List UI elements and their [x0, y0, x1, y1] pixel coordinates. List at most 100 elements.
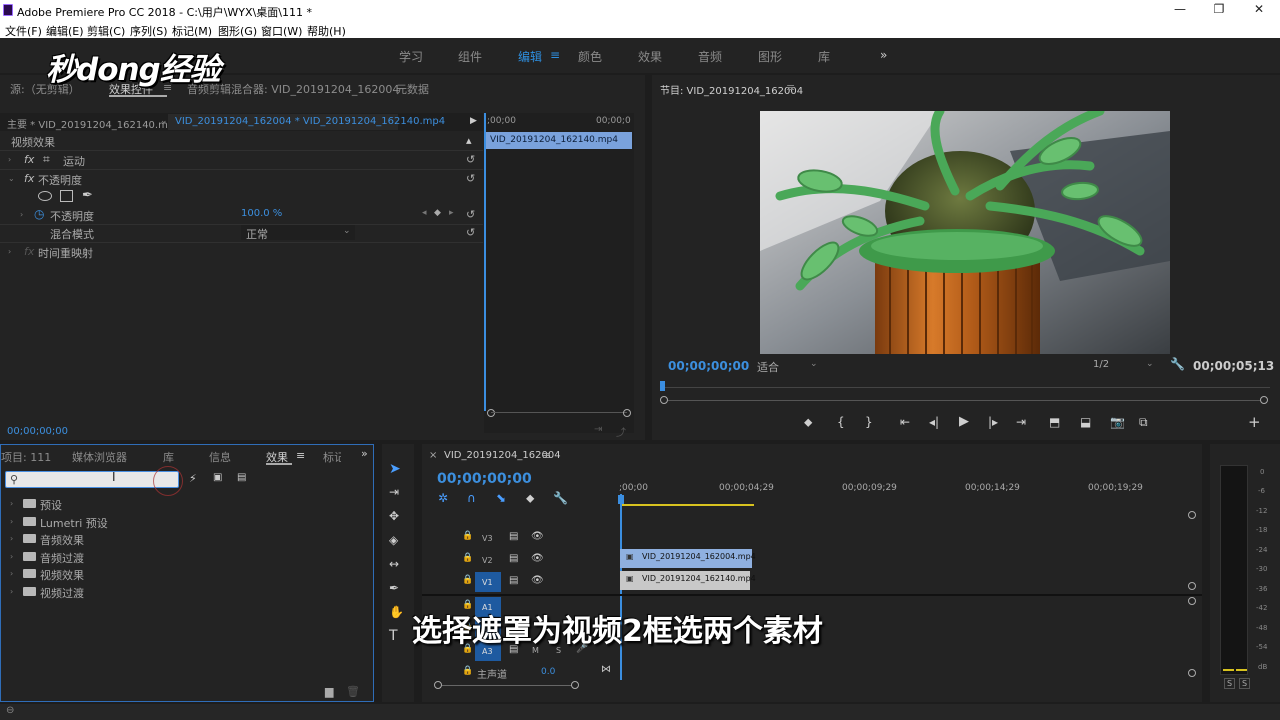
- solo-right-button[interactable]: S: [1239, 678, 1251, 689]
- pen-tool-icon[interactable]: ✒: [389, 581, 399, 595]
- effect-row-time-remap[interactable]: › fx 时间重映射: [0, 243, 483, 261]
- export-icon[interactable]: ⤴: [616, 424, 626, 439]
- timeline-hscroll-left[interactable]: [434, 681, 442, 689]
- go-to-out-icon[interactable]: ⇥: [1016, 415, 1026, 429]
- effects-menu-icon[interactable]: ≡: [296, 449, 305, 462]
- program-timecode[interactable]: 00;00;00;00: [668, 359, 749, 373]
- program-video-frame[interactable]: [760, 111, 1170, 354]
- timeline-hscroll-bar[interactable]: [442, 685, 572, 686]
- reset-icon[interactable]: ↺: [466, 153, 478, 166]
- maximize-button[interactable]: ❐: [1209, 2, 1229, 18]
- tree-item-video-transitions[interactable]: › 视频过渡: [1, 583, 373, 601]
- lock-icon[interactable]: 🔒: [462, 531, 473, 541]
- effect-controls-timecode[interactable]: 00;00;00;00: [7, 426, 68, 437]
- button-editor-icon[interactable]: +: [1248, 413, 1261, 431]
- panel-overflow-icon[interactable]: »: [361, 447, 368, 460]
- mark-out-icon[interactable]: }: [865, 415, 873, 429]
- blend-mode-select[interactable]: 正常 ⌄: [241, 225, 355, 241]
- timeline-ruler[interactable]: ;00;00 00;00;04;29 00;00;09;29 00;00;14;…: [619, 480, 1189, 506]
- linked-selection-icon[interactable]: ⬊: [496, 491, 506, 505]
- timeline-settings-icon[interactable]: 🔧: [553, 491, 568, 505]
- ec-playhead[interactable]: [484, 113, 486, 411]
- workspace-libraries[interactable]: 库: [818, 48, 830, 65]
- solo-left-button[interactable]: S: [1224, 678, 1236, 689]
- step-back-icon[interactable]: ◂|: [929, 415, 939, 429]
- prev-keyframe-icon[interactable]: ◂: [422, 208, 427, 218]
- workspace-learn[interactable]: 学习: [399, 48, 423, 65]
- effect-row-opacity[interactable]: ⌄ fx 不透明度 ↺: [0, 170, 483, 188]
- tree-item-lumetri-presets[interactable]: › Lumetri 预设: [1, 513, 373, 531]
- add-marker-icon[interactable]: ⬥: [526, 491, 534, 506]
- playhead-handle[interactable]: [618, 495, 624, 504]
- menu-help[interactable]: 帮助(H): [307, 23, 346, 39]
- timeline-menu-icon[interactable]: ≡: [542, 449, 551, 462]
- track-select-tool-icon[interactable]: ⇥: [389, 485, 399, 499]
- tree-item-audio-effects[interactable]: › 音频效果: [1, 530, 373, 548]
- type-tool-icon[interactable]: T: [389, 628, 398, 644]
- expand-icon[interactable]: ›: [10, 534, 13, 543]
- video-vscroll-top[interactable]: [1188, 511, 1196, 519]
- program-playhead[interactable]: [660, 381, 665, 391]
- sync-lock-icon[interactable]: ▤: [509, 553, 518, 564]
- ec-zoom-bar[interactable]: [491, 412, 627, 413]
- resolution-select[interactable]: 1/2 ⌄: [1088, 357, 1158, 373]
- sync-lock-icon[interactable]: ▤: [509, 531, 518, 542]
- program-zoom-handle-left[interactable]: [660, 396, 668, 404]
- tab-metadata[interactable]: 元数据: [396, 81, 429, 97]
- workspace-graphics[interactable]: 图形: [758, 48, 782, 65]
- tab-libraries[interactable]: 库: [163, 449, 174, 465]
- video-vscroll-bottom[interactable]: [1188, 582, 1196, 590]
- expand-icon[interactable]: ›: [10, 499, 13, 508]
- snap-icon[interactable]: ∩: [467, 491, 476, 505]
- lock-icon[interactable]: 🔒: [462, 575, 473, 585]
- reset-icon[interactable]: ↺: [466, 226, 478, 239]
- tree-item-video-effects[interactable]: › 视频效果: [1, 565, 373, 583]
- expand-icon[interactable]: ›: [10, 517, 13, 526]
- delete-icon[interactable]: 🗑: [346, 685, 360, 698]
- add-marker-icon[interactable]: ⬥: [804, 415, 812, 430]
- stopwatch-icon[interactable]: ◷: [34, 207, 44, 221]
- menu-clip[interactable]: 剪辑(C): [87, 23, 125, 39]
- program-title[interactable]: 节目: VID_20191204_162004: [660, 82, 803, 97]
- extract-icon[interactable]: ⬓: [1080, 415, 1091, 429]
- workspace-more-icon[interactable]: »: [880, 48, 887, 62]
- tab-media-browser[interactable]: 媒体浏览器: [72, 449, 127, 465]
- tab-markers[interactable]: 标记: [323, 449, 341, 465]
- pen-mask-icon[interactable]: ✒: [82, 188, 93, 203]
- workspace-audio[interactable]: 音频: [698, 48, 722, 65]
- transform-icon[interactable]: ⌗: [43, 152, 50, 167]
- expand-icon[interactable]: ›: [10, 587, 13, 596]
- work-area-bar[interactable]: [620, 504, 754, 506]
- ec-clip-bar[interactable]: VID_20191204_162140.mp4: [486, 132, 632, 149]
- workspace-effects[interactable]: 效果: [638, 48, 662, 65]
- go-to-in-icon[interactable]: ⇤: [900, 415, 910, 429]
- audio-vscroll-bottom[interactable]: [1188, 669, 1196, 677]
- filter-icon[interactable]: ⇥: [594, 424, 602, 435]
- expand-icon[interactable]: ›: [10, 569, 13, 578]
- tab-project[interactable]: 项目: 111: [1, 449, 51, 465]
- ec-zoom-handle-left[interactable]: [487, 409, 495, 417]
- master-clip-label[interactable]: 主要 * VID_20191204_162140.mp4: [7, 116, 181, 131]
- program-menu-icon[interactable]: ≡: [786, 81, 795, 94]
- timeline-hscroll-right[interactable]: [571, 681, 579, 689]
- ellipse-mask-icon[interactable]: [38, 191, 52, 201]
- accelerated-effects-icon[interactable]: ⚡: [189, 472, 197, 485]
- timeline-timecode[interactable]: 00;00;00;00: [437, 471, 532, 487]
- reset-icon[interactable]: ↺: [466, 172, 478, 185]
- minimize-button[interactable]: —: [1170, 2, 1190, 18]
- menu-file[interactable]: 文件(F): [5, 23, 42, 39]
- export-frame-icon[interactable]: 📷: [1110, 415, 1125, 429]
- tab-info[interactable]: 信息: [209, 449, 231, 465]
- go-to-next-edit-icon[interactable]: ⋈: [601, 664, 611, 675]
- new-bin-icon[interactable]: ▆: [325, 685, 333, 698]
- sync-lock-icon[interactable]: ▤: [509, 575, 518, 586]
- workspace-color[interactable]: 颜色: [578, 48, 602, 65]
- master-volume-value[interactable]: 0.0: [541, 667, 555, 677]
- ripple-edit-tool-icon[interactable]: ✥: [389, 509, 399, 523]
- selection-tool-icon[interactable]: ➤: [389, 461, 401, 477]
- 32bit-effects-icon[interactable]: ▣: [213, 472, 222, 483]
- audio-vscroll-top[interactable]: [1188, 597, 1196, 605]
- step-forward-icon[interactable]: |▸: [988, 415, 998, 429]
- hand-tool-icon[interactable]: ✋: [389, 605, 404, 619]
- play-icon[interactable]: ▶: [959, 414, 969, 429]
